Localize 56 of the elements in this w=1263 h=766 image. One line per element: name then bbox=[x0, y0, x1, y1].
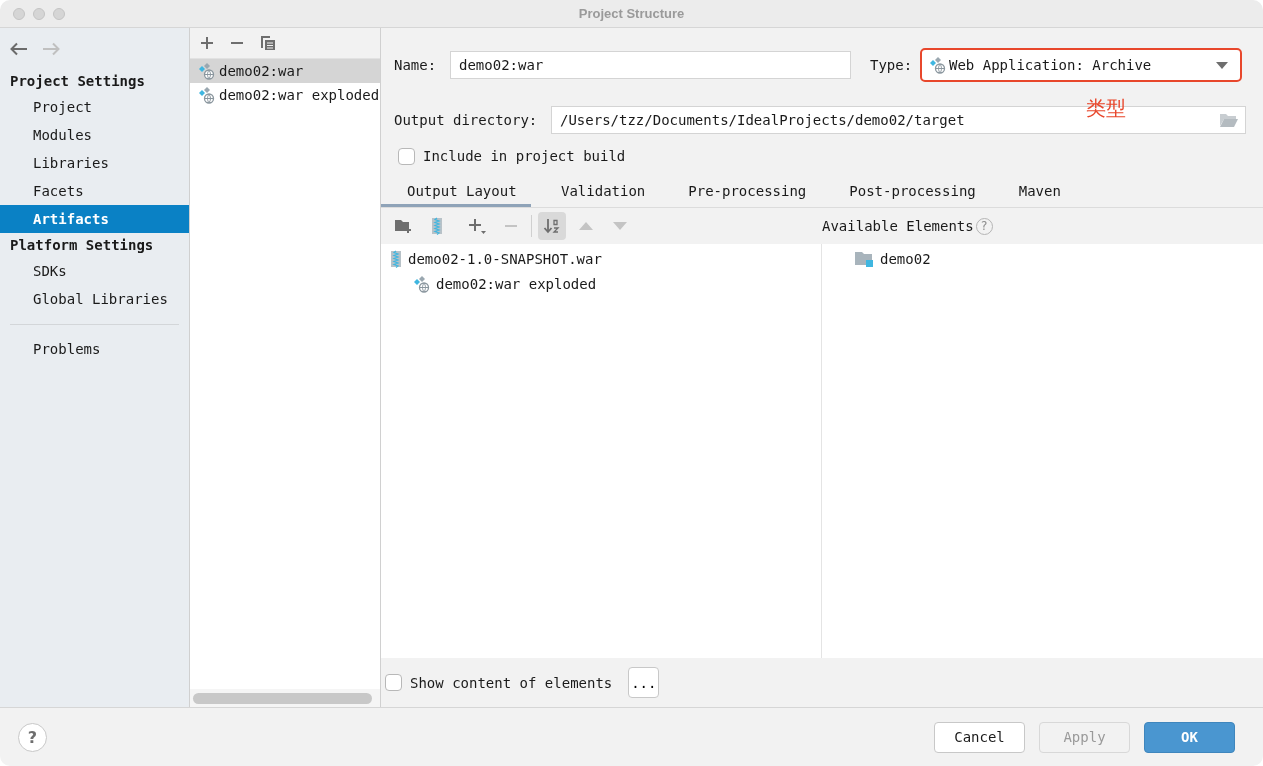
add-icon[interactable] bbox=[200, 36, 214, 50]
more-button[interactable]: ... bbox=[628, 667, 660, 698]
name-label: Name: bbox=[394, 57, 438, 73]
sidebar-item[interactable]: Modules bbox=[0, 121, 189, 149]
tree-item[interactable]: demo02:war exploded bbox=[381, 271, 821, 296]
sidebar-item[interactable]: Global Libraries bbox=[0, 285, 189, 313]
checkbox[interactable] bbox=[385, 674, 402, 691]
sidebar-item[interactable]: Artifacts bbox=[0, 205, 189, 233]
help-button[interactable]: ? bbox=[18, 722, 47, 752]
sidebar-item[interactable]: Libraries bbox=[0, 149, 189, 177]
cancel-button[interactable]: Cancel bbox=[934, 721, 1025, 753]
sidebar-item[interactable]: Project bbox=[0, 93, 189, 121]
artifact-icon bbox=[197, 86, 215, 104]
archive-icon bbox=[390, 249, 402, 268]
back-arrow-icon[interactable] bbox=[10, 41, 28, 56]
checkbox-label: Include in project build bbox=[423, 148, 626, 164]
new-folder-icon bbox=[394, 218, 412, 234]
artifact-icon bbox=[412, 274, 430, 293]
checkbox[interactable] bbox=[398, 147, 415, 165]
window-title: Project Structure bbox=[578, 6, 685, 21]
scrollbar-thumb[interactable] bbox=[193, 692, 372, 704]
copy-icon[interactable] bbox=[260, 35, 276, 51]
tree-item[interactable]: demo02-1.0-SNAPSHOT.war bbox=[381, 246, 821, 271]
add-icon bbox=[468, 217, 486, 235]
type-label: Type: bbox=[870, 57, 914, 73]
output-directory-label: Output directory: bbox=[394, 112, 539, 128]
up-arrow-icon bbox=[578, 221, 594, 231]
tree-item[interactable]: demo02 bbox=[822, 246, 1263, 271]
panel-title: Available Elements bbox=[822, 218, 974, 234]
name-field[interactable]: demo02:war bbox=[450, 51, 851, 79]
tab[interactable]: Output Layout bbox=[381, 174, 531, 207]
artifact-item[interactable]: demo02:war exploded bbox=[190, 83, 380, 107]
checkbox-label: Show content of elements bbox=[410, 674, 613, 691]
sidebar-item[interactable]: Facets bbox=[0, 177, 189, 205]
type-dropdown[interactable]: Web Application: Archive bbox=[920, 48, 1242, 82]
artifact-item[interactable]: demo02:war bbox=[190, 59, 380, 83]
tab[interactable]: Validation bbox=[535, 174, 659, 207]
tab[interactable]: Post-processing bbox=[823, 174, 989, 207]
down-arrow-icon bbox=[612, 221, 628, 231]
dropdown-caret-icon bbox=[1216, 61, 1228, 69]
tab[interactable]: Maven bbox=[992, 174, 1074, 207]
tab[interactable]: Pre-processing bbox=[662, 174, 820, 207]
minimize-window-button[interactable] bbox=[33, 7, 45, 20]
sort-icon bbox=[543, 217, 561, 235]
close-window-button[interactable] bbox=[13, 7, 25, 20]
toolbar-button[interactable] bbox=[538, 212, 566, 240]
folder-icon[interactable] bbox=[1219, 112, 1239, 128]
zoom-window-button[interactable] bbox=[53, 7, 65, 20]
section-header: Platform Settings bbox=[10, 237, 154, 253]
archive-icon bbox=[431, 217, 443, 235]
sidebar-item[interactable]: Problems bbox=[0, 335, 189, 363]
section-header: Project Settings bbox=[10, 73, 145, 89]
artifact-icon bbox=[928, 56, 946, 74]
artifact-icon bbox=[197, 62, 215, 80]
folder-icon bbox=[854, 249, 874, 268]
sidebar-item[interactable]: SDKs bbox=[0, 257, 189, 285]
